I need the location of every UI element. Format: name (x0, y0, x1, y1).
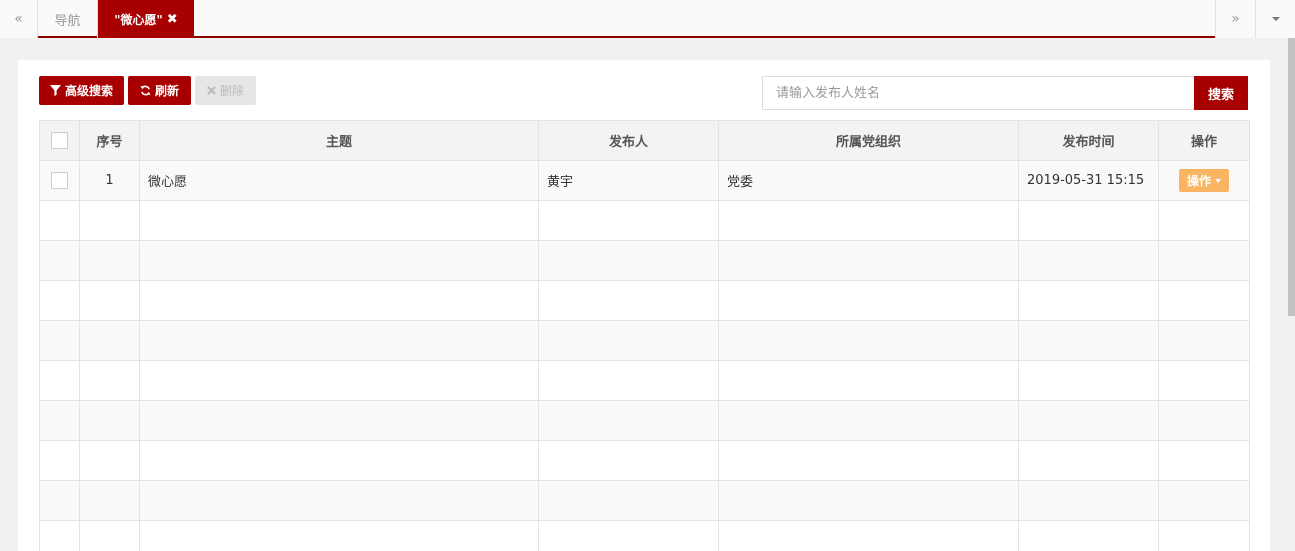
header-index[interactable]: 序号 (79, 120, 140, 161)
empty-row (39, 360, 1250, 401)
header-subject[interactable]: 主题 (139, 120, 539, 161)
tab-scroll-right-icon[interactable]: » (1215, 0, 1255, 38)
tab-navigation-label: 导航 (54, 13, 81, 29)
header-action: 操作 (1158, 120, 1250, 161)
row-action-label: 操作 (1186, 174, 1211, 188)
select-all-cell (39, 120, 80, 161)
advanced-search-label: 高级搜索 (64, 84, 113, 98)
row-index: 1 (79, 160, 140, 201)
empty-row (39, 240, 1250, 281)
row-action-cell: 操作 (1158, 160, 1250, 201)
tab-wish-label: "微心愿" (114, 12, 163, 27)
refresh-button[interactable]: 刷新 (128, 76, 191, 105)
header-org[interactable]: 所属党组织 (718, 120, 1019, 161)
row-checkbox[interactable] (51, 172, 68, 189)
empty-row (39, 280, 1250, 321)
delete-label: 删除 (219, 84, 244, 98)
search-button[interactable]: 搜索 (1194, 76, 1248, 110)
empty-row (39, 480, 1250, 521)
content-panel: 高级搜索 刷新 删除 搜索 序号 主题 (18, 60, 1270, 551)
empty-row (39, 320, 1250, 361)
select-all-checkbox[interactable] (51, 132, 68, 149)
empty-row (39, 440, 1250, 481)
table-row[interactable]: 1 微心愿 黄宇 党委 2019-05-31 15:15 操作 (39, 160, 1250, 201)
row-select-cell (39, 160, 80, 201)
empty-row (39, 520, 1250, 551)
row-action-button[interactable]: 操作 (1178, 169, 1229, 192)
publisher-search-input[interactable] (762, 76, 1194, 110)
empty-row (39, 200, 1250, 241)
table-header-row: 序号 主题 发布人 所属党组织 发布时间 操作 (39, 120, 1250, 161)
empty-row (39, 400, 1250, 441)
caret-down-icon (1215, 178, 1221, 183)
header-publisher[interactable]: 发布人 (538, 120, 719, 161)
row-publisher: 黄宇 (538, 160, 719, 201)
tab-bar: « 导航 "微心愿" ✖ » (0, 0, 1295, 38)
close-icon[interactable]: ✖ (167, 12, 178, 27)
refresh-icon (140, 85, 151, 96)
wish-table: 序号 主题 发布人 所属党组织 发布时间 操作 1 微心愿 黄宇 党委 2019… (39, 120, 1250, 551)
tab-wish[interactable]: "微心愿" ✖ (98, 0, 194, 38)
advanced-search-button[interactable]: 高级搜索 (39, 76, 124, 105)
page-scrollbar[interactable] (1287, 38, 1295, 551)
scrollbar-thumb[interactable] (1288, 38, 1295, 316)
refresh-label: 刷新 (154, 84, 179, 98)
row-org: 党委 (718, 160, 1019, 201)
tab-menu-dropdown[interactable] (1255, 0, 1295, 38)
tab-scroll-left-icon[interactable]: « (0, 0, 38, 38)
chevron-down-icon (1271, 17, 1280, 21)
row-subject: 微心愿 (139, 160, 539, 201)
filter-icon (49, 85, 61, 96)
close-icon (207, 86, 216, 95)
tab-navigation[interactable]: 导航 (38, 0, 98, 38)
delete-button[interactable]: 删除 (195, 76, 256, 105)
header-time[interactable]: 发布时间 (1018, 120, 1159, 161)
row-time: 2019-05-31 15:15 (1018, 160, 1159, 201)
